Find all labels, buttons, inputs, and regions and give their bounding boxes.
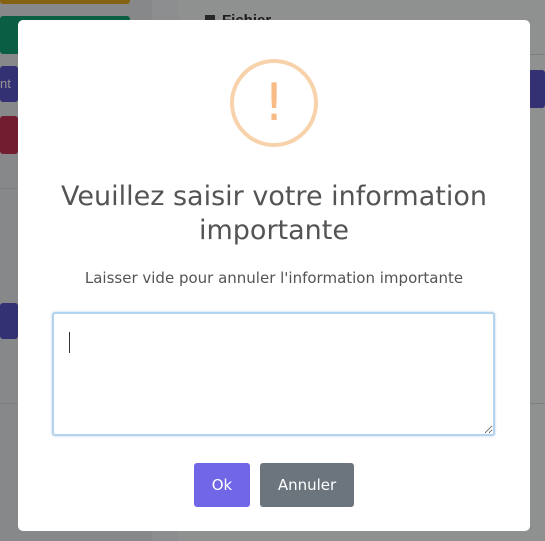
warning-icon: ! <box>230 59 318 147</box>
text-caret <box>69 332 70 353</box>
dialog-text: Laisser vide pour annuler l'information … <box>84 269 464 287</box>
important-info-input[interactable] <box>52 312 495 436</box>
ok-button[interactable]: Ok <box>194 463 250 507</box>
dialog-title: Veuillez saisir votre information import… <box>61 181 487 246</box>
input-dialog: ! Veuillez saisir votre information impo… <box>18 20 530 531</box>
cancel-button[interactable]: Annuler <box>260 463 354 507</box>
exclamation-glyph: ! <box>263 73 285 133</box>
